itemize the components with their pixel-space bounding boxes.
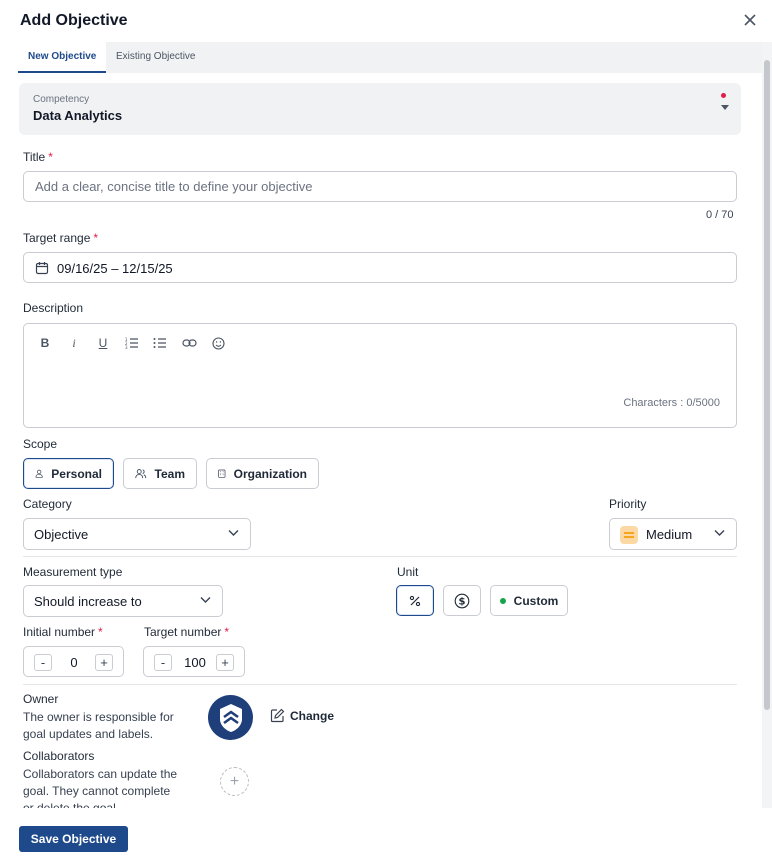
scope-personal-button[interactable]: Personal	[23, 458, 114, 489]
unit-dollar-button[interactable]: $	[443, 585, 481, 616]
chevron-down-icon	[200, 597, 211, 603]
priority-value: Medium	[646, 527, 693, 542]
italic-icon[interactable]: i	[65, 335, 83, 351]
title-label: Title *	[23, 150, 53, 164]
competency-select[interactable]: Competency Data Analytics	[19, 83, 741, 135]
target-increment-button[interactable]: +	[216, 654, 234, 671]
target-number-label: Target number *	[144, 625, 230, 639]
change-owner-button[interactable]: Change	[270, 708, 334, 723]
dollar-icon: $	[454, 593, 470, 608]
section-divider	[23, 684, 737, 685]
owner-avatar[interactable]	[208, 695, 253, 740]
shield-chevron-icon	[219, 703, 242, 732]
close-icon[interactable]	[741, 11, 759, 29]
title-input[interactable]	[23, 171, 737, 202]
owner-description: The owner is responsible for goal update…	[23, 710, 174, 741]
target-number-stepper[interactable]: - 100 +	[143, 646, 245, 677]
tab-existing-objective[interactable]: Existing Objective	[106, 42, 205, 73]
building-icon	[218, 469, 226, 478]
title-char-counter: 0 / 70	[706, 209, 734, 221]
modal-footer: Save Objective	[0, 808, 772, 866]
link-icon[interactable]	[180, 335, 198, 351]
tabs-bar: New Objective Existing Objective	[18, 42, 762, 73]
priority-label: Priority	[609, 497, 647, 511]
unit-custom-button[interactable]: Custom	[490, 585, 568, 616]
target-range-label: Target range *	[23, 231, 99, 245]
modal-body[interactable]: New Objective Existing Objective Compete…	[0, 42, 762, 808]
unit-percent-button[interactable]	[396, 585, 434, 616]
edit-icon	[270, 708, 285, 723]
add-objective-modal: Add Objective New Objective Existing Obj…	[0, 0, 772, 866]
initial-number-value[interactable]: 0	[56, 655, 92, 670]
scope-organization-label: Organization	[233, 466, 307, 481]
add-collaborator-button[interactable]: +	[220, 767, 249, 796]
modal-title: Add Objective	[20, 12, 128, 29]
save-objective-button[interactable]: Save Objective	[19, 826, 128, 852]
owner-heading: Owner	[23, 692, 59, 706]
caret-down-icon	[721, 105, 729, 110]
svg-text:$: $	[459, 596, 466, 607]
unit-label: Unit	[397, 565, 419, 579]
competency-value: Data Analytics	[33, 108, 123, 123]
scope-team-button[interactable]: Team	[123, 458, 197, 489]
collaborators-heading: Collaborators	[23, 749, 95, 763]
collaborators-description: Collaborators can update the goal. They …	[23, 767, 178, 808]
scope-personal-label: Personal	[51, 466, 102, 481]
section-divider	[23, 556, 737, 557]
target-number-value[interactable]: 100	[176, 655, 214, 670]
initial-increment-button[interactable]: +	[95, 654, 113, 671]
bullet-list-icon[interactable]	[151, 335, 169, 351]
initial-decrement-button[interactable]: -	[34, 654, 52, 671]
target-range-value: 09/16/25 – 12/15/25	[57, 261, 173, 276]
description-editor[interactable]: B i U 123 Characters : 0/5000	[23, 323, 737, 428]
scope-organization-button[interactable]: Organization	[206, 458, 319, 489]
category-value: Objective	[34, 527, 89, 542]
chevron-down-icon	[228, 530, 239, 536]
initial-number-stepper[interactable]: - 0 +	[23, 646, 124, 677]
category-select[interactable]: Objective	[23, 518, 251, 550]
calendar-icon	[35, 261, 49, 278]
unit-custom-label: Custom	[513, 593, 559, 608]
measurement-type-select[interactable]: Should increase to	[23, 585, 223, 617]
emoji-icon[interactable]	[209, 335, 227, 351]
scrollbar-thumb[interactable]	[764, 60, 770, 710]
tab-new-objective[interactable]: New Objective	[18, 42, 107, 73]
priority-medium-icon	[620, 526, 638, 544]
custom-dot-icon	[499, 597, 506, 604]
priority-select[interactable]: Medium	[609, 518, 737, 550]
competency-label: Competency	[33, 94, 90, 105]
category-label: Category	[23, 497, 72, 511]
target-range-input[interactable]: 09/16/25 – 12/15/25	[23, 252, 737, 283]
chevron-down-icon	[714, 530, 725, 536]
initial-number-label: Initial number *	[23, 625, 103, 639]
target-decrement-button[interactable]: -	[154, 654, 172, 671]
bold-icon[interactable]: B	[36, 335, 54, 351]
person-icon	[35, 469, 43, 478]
change-owner-label: Change	[290, 708, 335, 723]
required-indicator	[721, 93, 726, 98]
team-icon	[135, 469, 147, 479]
scope-label: Scope	[23, 437, 58, 451]
description-char-counter: Characters : 0/5000	[623, 397, 720, 409]
underline-icon[interactable]: U	[94, 335, 112, 351]
percent-icon	[409, 595, 421, 606]
description-label: Description	[23, 301, 84, 315]
measurement-type-value: Should increase to	[34, 594, 142, 609]
ordered-list-icon[interactable]: 123	[123, 335, 141, 351]
scope-team-label: Team	[154, 466, 185, 481]
measurement-type-label: Measurement type	[23, 565, 123, 579]
svg-text:3: 3	[125, 345, 128, 349]
